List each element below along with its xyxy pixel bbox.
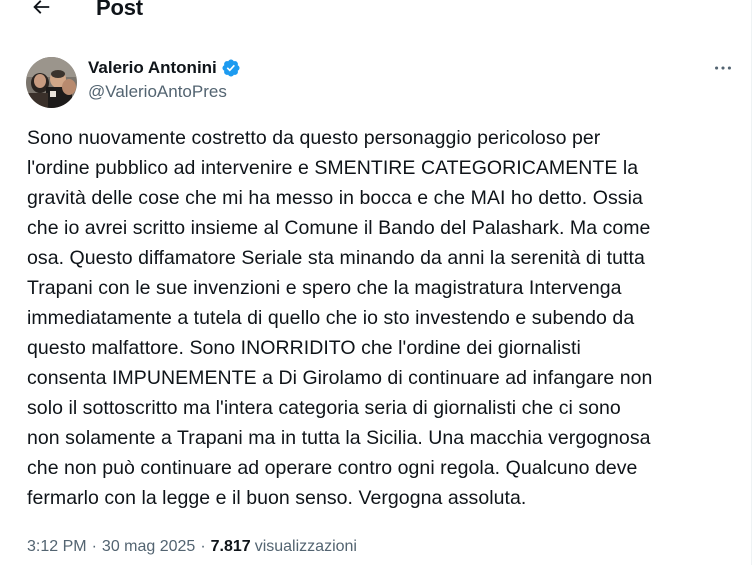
more-horizontal-icon xyxy=(715,66,731,70)
views-count: 7.817 xyxy=(210,538,251,555)
post-page: Post Valerio Antonini @ValerioAntoPres S… xyxy=(0,0,753,565)
tweet-metadata: 3:12 PM · 30 mag 2025 · 7.817 visualizza… xyxy=(27,536,357,558)
author-name-row: Valerio Antonini xyxy=(88,56,241,80)
page-header: Post xyxy=(0,0,751,26)
more-options-button[interactable] xyxy=(708,56,738,80)
author-handle[interactable]: @ValerioAntoPres xyxy=(88,80,241,104)
meta-separator: · xyxy=(91,538,97,555)
avatar[interactable] xyxy=(26,57,77,108)
views-label: visualizzazioni xyxy=(254,538,357,555)
tweet-date[interactable]: 30 mag 2025 xyxy=(102,536,195,558)
tweet-time[interactable]: 3:12 PM xyxy=(27,536,87,558)
page-title: Post xyxy=(96,0,143,20)
tweet-text: Sono nuovamente costretto da questo pers… xyxy=(27,127,653,509)
arrow-left-icon xyxy=(33,0,50,14)
author-display-name[interactable]: Valerio Antonini xyxy=(88,56,217,80)
profile-photo xyxy=(26,57,77,108)
verified-badge-icon[interactable] xyxy=(221,58,241,78)
back-button[interactable] xyxy=(26,0,56,22)
author-info: Valerio Antonini @ValerioAntoPres xyxy=(88,56,241,104)
column-divider xyxy=(751,0,752,565)
meta-separator: · xyxy=(200,538,206,555)
